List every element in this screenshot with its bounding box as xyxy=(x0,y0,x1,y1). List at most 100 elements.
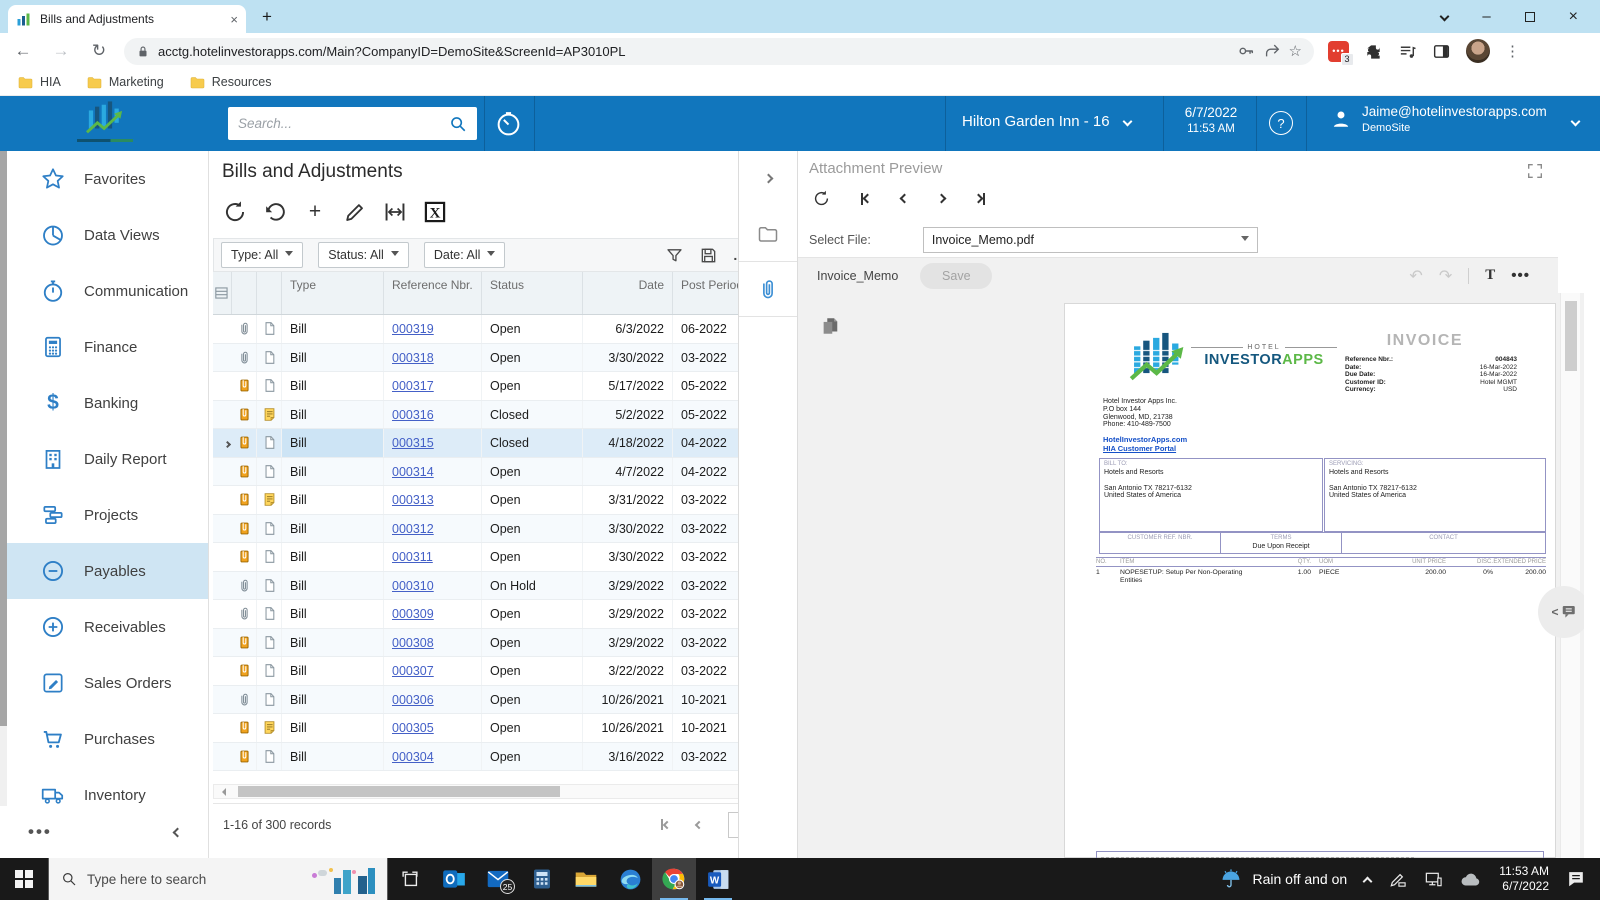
reference-link[interactable]: 000305 xyxy=(392,721,434,735)
note-icon[interactable] xyxy=(257,714,282,742)
note-icon[interactable] xyxy=(257,486,282,514)
user-menu[interactable]: Jaime@hotelinvestorapps.com DemoSite xyxy=(1330,104,1547,134)
sidebar-item-daily-report[interactable]: Daily Report xyxy=(0,431,209,487)
window-minimize-button[interactable]: – xyxy=(1482,8,1490,25)
mail-app-icon[interactable]: 25 xyxy=(476,858,520,900)
sidebar-item-favorites[interactable]: Favorites xyxy=(0,151,209,207)
tab-attachments[interactable] xyxy=(739,262,797,316)
scrollbar-thumb[interactable] xyxy=(238,786,560,797)
recent-clock-icon[interactable] xyxy=(495,110,522,137)
help-button[interactable]: ? xyxy=(1269,111,1293,135)
edit-record-button[interactable] xyxy=(342,199,368,225)
document-icon[interactable] xyxy=(257,315,282,343)
redo-icon[interactable]: ↷ xyxy=(1439,266,1452,286)
sidebar-item-receivables[interactable]: Receivables xyxy=(0,599,209,655)
address-bar[interactable]: acctg.hotelinvestorapps.com/Main?Company… xyxy=(124,38,1314,65)
last-attachment-button[interactable] xyxy=(975,193,985,205)
reference-link[interactable]: 000316 xyxy=(392,408,434,422)
reference-link[interactable]: 000318 xyxy=(392,351,434,365)
global-search[interactable] xyxy=(228,107,477,140)
reference-link[interactable]: 000306 xyxy=(392,693,434,707)
text-tool-icon[interactable]: T xyxy=(1485,267,1495,284)
reference-link[interactable]: 000314 xyxy=(392,465,434,479)
outlook-app-icon[interactable] xyxy=(432,858,476,900)
hidden-icons-chevron[interactable] xyxy=(1363,876,1373,886)
sidebar-item-payables[interactable]: Payables xyxy=(0,543,209,599)
sidebar-item-communication[interactable]: Communication xyxy=(0,263,209,319)
reference-link[interactable]: 000313 xyxy=(392,493,434,507)
media-list-icon[interactable] xyxy=(1398,42,1417,61)
more-tools-icon[interactable]: ••• xyxy=(1511,267,1530,284)
pages-icon[interactable] xyxy=(820,315,840,337)
side-panel-collapse[interactable] xyxy=(739,151,797,205)
forward-button[interactable]: → xyxy=(46,41,76,61)
add-record-button[interactable]: + xyxy=(302,199,328,225)
document-icon[interactable] xyxy=(257,543,282,571)
reference-link[interactable]: 000315 xyxy=(392,436,434,450)
document-icon[interactable] xyxy=(257,743,282,771)
undo-button[interactable] xyxy=(262,199,288,225)
network-tray-icon[interactable] xyxy=(1424,870,1443,889)
bookmark-marketing[interactable]: Marketing xyxy=(87,75,164,89)
tab-files[interactable] xyxy=(739,207,797,261)
document-icon[interactable] xyxy=(257,657,282,685)
window-close-button[interactable]: × xyxy=(1569,8,1578,26)
fit-width-button[interactable] xyxy=(382,199,408,225)
chrome-app-icon[interactable] xyxy=(652,858,696,900)
reload-button[interactable]: ↻ xyxy=(84,41,114,61)
document-icon[interactable] xyxy=(257,429,282,457)
sidebar-item-data-views[interactable]: Data Views xyxy=(0,207,209,263)
sidebar-item-banking[interactable]: $Banking xyxy=(0,375,209,431)
onedrive-tray-icon[interactable] xyxy=(1460,872,1482,887)
fullscreen-icon[interactable] xyxy=(1526,162,1544,180)
business-date[interactable]: 6/7/2022 11:53 AM xyxy=(1168,105,1254,135)
sidebar-more-button[interactable]: ••• xyxy=(28,822,52,842)
window-menu-chevron-icon[interactable] xyxy=(1440,12,1450,22)
document-icon[interactable] xyxy=(257,629,282,657)
share-icon[interactable] xyxy=(1263,42,1281,60)
key-icon[interactable] xyxy=(1237,42,1255,60)
document-icon[interactable] xyxy=(257,686,282,714)
browser-profile-avatar[interactable] xyxy=(1466,39,1490,63)
tab-close-icon[interactable]: × xyxy=(230,12,238,27)
reference-link[interactable]: 000307 xyxy=(392,664,434,678)
bookmark-star-icon[interactable]: ☆ xyxy=(1289,42,1302,60)
taskbar-search[interactable] xyxy=(48,858,388,900)
filter-button-type-all[interactable]: Type: All xyxy=(221,242,303,268)
word-app-icon[interactable]: W xyxy=(696,858,740,900)
calculator-app-icon[interactable] xyxy=(520,858,564,900)
document-icon[interactable] xyxy=(257,600,282,628)
taskbar-clock[interactable]: 11:53 AM 6/7/2022 xyxy=(1499,864,1549,894)
search-icon[interactable] xyxy=(449,115,467,133)
global-search-input[interactable] xyxy=(238,116,449,131)
file-explorer-icon[interactable] xyxy=(564,858,608,900)
document-icon[interactable] xyxy=(257,572,282,600)
reference-link[interactable]: 000304 xyxy=(392,750,434,764)
filter-button-status-all[interactable]: Status: All xyxy=(318,242,409,268)
app-logo[interactable] xyxy=(62,100,148,147)
note-icon[interactable] xyxy=(257,401,282,429)
start-button[interactable] xyxy=(0,858,48,900)
reference-link[interactable]: 000308 xyxy=(392,636,434,650)
reference-link[interactable]: 000317 xyxy=(392,379,434,393)
browser-menu-icon[interactable]: ⋮ xyxy=(1505,42,1520,60)
pen-tray-icon[interactable] xyxy=(1388,870,1407,889)
first-attachment-button[interactable] xyxy=(861,193,871,205)
filter-funnel-icon[interactable] xyxy=(665,246,684,265)
extensions-puzzle-icon[interactable] xyxy=(1364,42,1383,61)
reference-link[interactable]: 000319 xyxy=(392,322,434,336)
pdf-scrollbar[interactable] xyxy=(1560,293,1580,858)
sidebar-item-finance[interactable]: Finance xyxy=(0,319,209,375)
side-panel-icon[interactable] xyxy=(1432,42,1451,61)
reference-link[interactable]: 000311 xyxy=(392,550,433,564)
prev-attachment-button[interactable] xyxy=(901,195,908,202)
export-excel-button[interactable]: X xyxy=(422,199,448,225)
user-menu-chevron-icon[interactable] xyxy=(1571,117,1581,127)
save-view-icon[interactable] xyxy=(699,246,718,265)
document-icon[interactable] xyxy=(257,515,282,543)
browser-tab[interactable]: Bills and Adjustments × xyxy=(8,5,246,33)
reference-link[interactable]: 000312 xyxy=(392,522,434,536)
task-view-button[interactable] xyxy=(388,858,432,900)
action-center-icon[interactable] xyxy=(1566,869,1586,889)
weather-widget[interactable]: Rain off and on xyxy=(1220,868,1347,890)
